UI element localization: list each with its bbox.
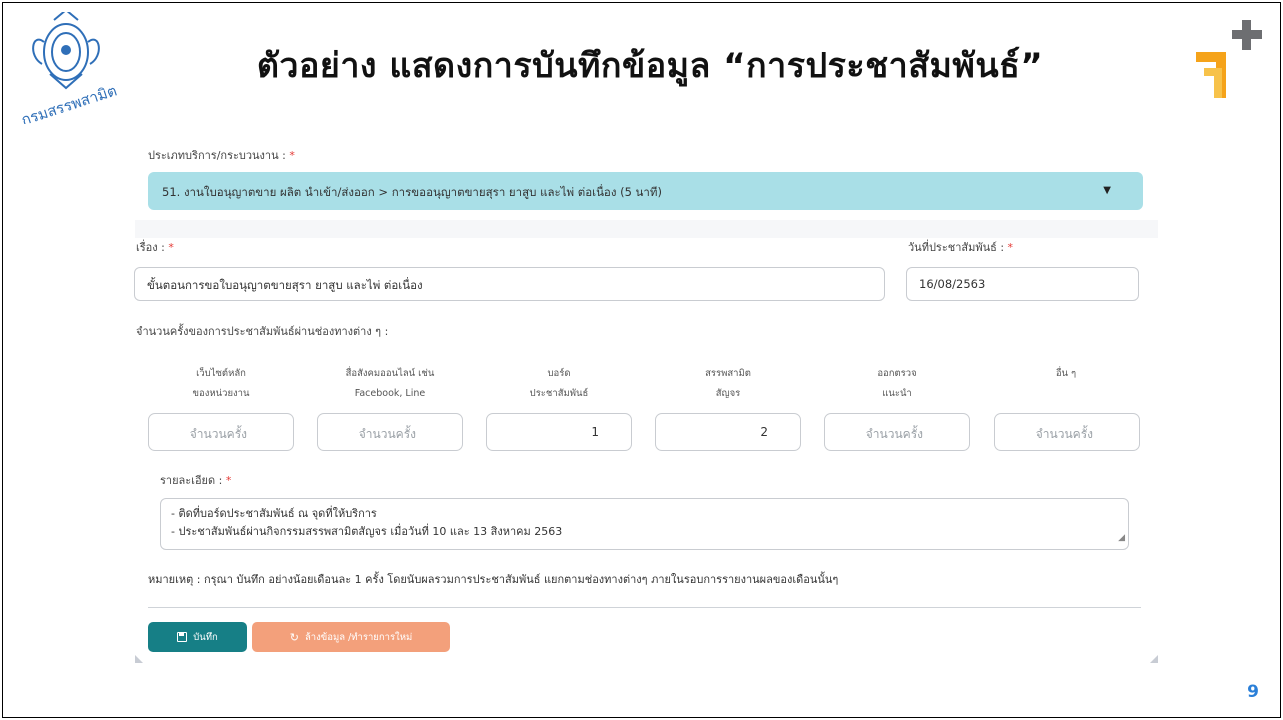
count-input-roadshow[interactable]: 2: [655, 413, 801, 451]
channel-label-line2: แนะนำ: [882, 388, 912, 399]
count-input-board[interactable]: 1: [486, 413, 632, 451]
brand-plus-arrow-icon: [1196, 20, 1262, 98]
channel-label-roadshow: สรรพสามิต สัญจร: [643, 364, 813, 404]
pr-date-input[interactable]: 16/08/2563: [906, 267, 1139, 301]
subject-input[interactable]: ขั้นตอนการขอใบอนุญาตขายสุรา ยาสูบ และไพ่…: [134, 267, 885, 301]
service-type-select[interactable]: 51. งานใบอนุญาตขาย ผลิต นำเข้า/ส่งออก > …: [148, 172, 1143, 210]
required-mark: *: [289, 149, 295, 162]
divider: [148, 607, 1141, 608]
excise-department-seal-logo: กรมสรรพสามิต: [19, 12, 119, 124]
channel-label-line1: บอร์ด: [547, 368, 571, 379]
channel-label-line1: อื่น ๆ: [1055, 368, 1077, 379]
channel-label-line1: ออกตรวจ: [877, 368, 917, 379]
dropdown-caret-icon: ▼: [1103, 185, 1111, 196]
pr-date-label: วันที่ประชาสัมพันธ์ : *: [908, 238, 1013, 256]
channel-label-other: อื่น ๆ: [981, 364, 1151, 384]
seal-logo-text: กรมสรรพสามิต: [19, 81, 119, 124]
channel-label-inspection: ออกตรวจ แนะนำ: [812, 364, 982, 404]
page-number: 9: [1247, 682, 1259, 702]
refresh-icon: ↻: [289, 630, 299, 644]
channel-label-line2: ประชาสัมพันธ์: [529, 388, 589, 399]
details-label-text: รายละเอียด :: [160, 474, 226, 487]
save-button-label: บันทึก: [193, 631, 218, 643]
clear-form-button[interactable]: ↻ ล้างข้อมูล /ทำรายการใหม่: [252, 622, 450, 652]
section-shade: [135, 220, 1158, 238]
subject-label: เรื่อง : *: [136, 238, 174, 256]
channel-label-website: เว็บไซต์หลัก ของหน่วยงาน: [136, 364, 306, 404]
channel-label-line1: สื่อสังคมออนไลน์ เช่น: [345, 368, 435, 379]
channel-label-line2: ของหน่วยงาน: [192, 388, 250, 399]
save-button[interactable]: บันทึก: [148, 622, 247, 652]
count-input-inspection[interactable]: จำนวนครั้ง: [824, 413, 970, 451]
service-type-label-text: ประเภทบริการ/กระบวนงาน :: [148, 149, 290, 162]
pr-date-label-text: วันที่ประชาสัมพันธ์ :: [908, 241, 1008, 254]
details-textarea[interactable]: - ติดที่บอร์ดประชาสัมพันธ์ ณ จุดที่ให้บร…: [160, 498, 1129, 550]
resize-grip-icon[interactable]: ◢: [1118, 529, 1125, 547]
service-type-label: ประเภทบริการ/กระบวนงาน : *: [148, 146, 295, 164]
required-mark: *: [168, 241, 174, 254]
floppy-disk-icon: [177, 632, 188, 642]
channel-label-line2: สัญจร: [715, 388, 741, 399]
count-input-other[interactable]: จำนวนครั้ง: [994, 413, 1140, 451]
channel-label-line2: Facebook, Line: [354, 388, 426, 399]
details-line: - ติดที่บอร์ดประชาสัมพันธ์ ณ จุดที่ให้บร…: [171, 507, 377, 520]
required-mark: *: [225, 474, 232, 487]
panel-corner-decoration: [135, 655, 143, 663]
channel-label-board: บอร์ด ประชาสัมพันธ์: [474, 364, 644, 404]
note-text: หมายเหตุ : กรุณา บันทึก อย่างน้อยเดือนละ…: [148, 573, 839, 586]
count-input-website[interactable]: จำนวนครั้ง: [148, 413, 294, 451]
channel-label-line1: สรรพสามิต: [705, 368, 751, 379]
count-input-social-media[interactable]: จำนวนครั้ง: [317, 413, 463, 451]
subject-label-text: เรื่อง :: [136, 241, 169, 254]
details-line: - ประชาสัมพันธ์ผ่านกิจกรรมสรรพสามิตสัญจร…: [171, 525, 563, 538]
channel-label-social-media: สื่อสังคมออนไลน์ เช่น Facebook, Line: [305, 364, 475, 404]
details-label: รายละเอียด : *: [160, 471, 231, 489]
clear-button-label: ล้างข้อมูล /ทำรายการใหม่: [304, 631, 413, 643]
required-mark: *: [1007, 241, 1014, 254]
service-type-value: 51. งานใบอนุญาตขาย ผลิต นำเข้า/ส่งออก > …: [162, 185, 662, 199]
panel-corner-decoration: [1150, 655, 1158, 663]
pr-date-value: 16/08/2563: [919, 277, 986, 291]
subject-value: ขั้นตอนการขอใบอนุญาตขายสุรา ยาสูบ และไพ่…: [147, 278, 423, 292]
slide-title: ตัวอย่าง แสดงการบันทึกข้อมูล “การประชาสั…: [256, 46, 1044, 86]
channel-label-line1: เว็บไซต์หลัก: [196, 368, 246, 379]
channels-label: จำนวนครั้งของการประชาสัมพันธ์ผ่านช่องทาง…: [136, 325, 389, 338]
